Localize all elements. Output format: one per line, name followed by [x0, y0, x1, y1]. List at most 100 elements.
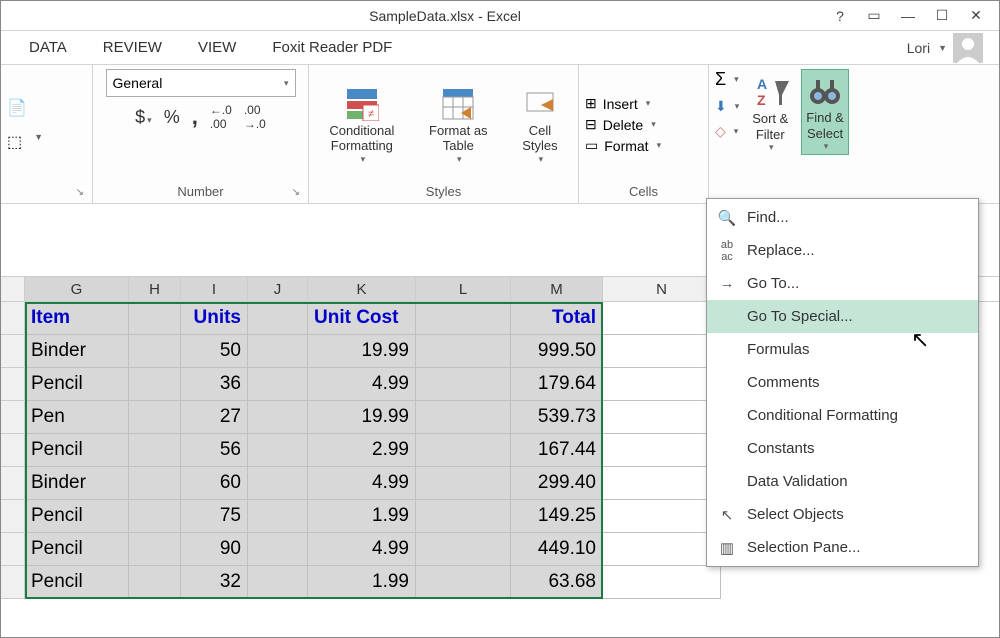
insert-button[interactable]: ⊞Insert▾ — [585, 95, 661, 112]
col-J[interactable]: J — [248, 277, 308, 301]
increase-decimal-button[interactable]: ←.0.00 — [210, 103, 232, 131]
cell[interactable] — [129, 533, 181, 566]
percent-button[interactable]: % — [164, 107, 180, 128]
cell-total[interactable]: 539.73 — [511, 401, 603, 434]
cell[interactable] — [129, 335, 181, 368]
cell-item[interactable]: Pencil — [25, 566, 129, 599]
format-button[interactable]: ▭Format▾ — [585, 137, 661, 154]
account-area[interactable]: Lori ▼ — [907, 33, 989, 63]
decrease-decimal-button[interactable]: .00→.0 — [244, 103, 266, 131]
cell[interactable] — [603, 401, 721, 434]
number-format-combo[interactable]: General ▾ — [106, 69, 296, 97]
cell-units[interactable]: 56 — [181, 434, 248, 467]
col-G[interactable]: G — [25, 277, 129, 301]
menu-replace[interactable]: abacReplace... — [707, 234, 978, 267]
menu-select-objects[interactable]: ↖Select Objects — [707, 498, 978, 531]
cell[interactable] — [416, 566, 511, 599]
close-icon[interactable]: ✕ — [959, 4, 993, 28]
delete-button[interactable]: ⊟Delete▾ — [585, 116, 661, 133]
col-header-total[interactable]: Total — [511, 302, 603, 335]
cell[interactable] — [248, 335, 308, 368]
cell[interactable] — [129, 500, 181, 533]
cell[interactable] — [248, 566, 308, 599]
col-M[interactable]: M — [511, 277, 603, 301]
dialog-launcher-icon[interactable]: ↘ — [292, 187, 300, 198]
menu-data-validation[interactable]: Data Validation — [707, 465, 978, 498]
cell-units[interactable]: 50 — [181, 335, 248, 368]
col-N[interactable]: N — [603, 277, 721, 301]
cell-unit-cost[interactable]: 4.99 — [308, 467, 416, 500]
menu-goto-special[interactable]: Go To Special... — [707, 300, 978, 333]
cell[interactable] — [603, 500, 721, 533]
cell-units[interactable]: 60 — [181, 467, 248, 500]
select-all-corner[interactable] — [1, 277, 25, 301]
col-H[interactable]: H — [129, 277, 181, 301]
cell-item[interactable]: Pencil — [25, 434, 129, 467]
cell-units[interactable]: 75 — [181, 500, 248, 533]
cell-unit-cost[interactable]: 1.99 — [308, 500, 416, 533]
cell-units[interactable]: 36 — [181, 368, 248, 401]
cell-item[interactable]: Pencil — [25, 368, 129, 401]
ribbon-display-icon[interactable]: ▭ — [857, 4, 891, 28]
fill-button[interactable]: ⬇▾ — [715, 98, 739, 115]
cell[interactable] — [603, 302, 721, 335]
cell[interactable] — [603, 434, 721, 467]
minimize-icon[interactable]: — — [891, 4, 925, 28]
cell[interactable] — [129, 434, 181, 467]
cell[interactable] — [416, 500, 511, 533]
cell-total[interactable]: 167.44 — [511, 434, 603, 467]
cell-total[interactable]: 299.40 — [511, 467, 603, 500]
cell-unit-cost[interactable]: 4.99 — [308, 368, 416, 401]
col-I[interactable]: I — [181, 277, 248, 301]
cell[interactable] — [129, 368, 181, 401]
cell[interactable] — [129, 302, 181, 335]
menu-conditional-formatting[interactable]: Conditional Formatting — [707, 399, 978, 432]
cell[interactable] — [416, 335, 511, 368]
cell-total[interactable]: 63.68 — [511, 566, 603, 599]
merge-button[interactable]: ⬚▼ — [7, 132, 43, 152]
cell-unit-cost[interactable]: 2.99 — [308, 434, 416, 467]
row-header[interactable] — [1, 533, 25, 566]
col-L[interactable]: L — [416, 277, 511, 301]
cell[interactable] — [248, 500, 308, 533]
conditional-formatting-button[interactable]: ≠ Conditional Formatting▾ — [323, 81, 400, 169]
cell[interactable] — [129, 566, 181, 599]
cell-unit-cost[interactable]: 19.99 — [308, 401, 416, 434]
currency-button[interactable]: $▾ — [135, 107, 152, 128]
tab-view[interactable]: VIEW — [180, 33, 254, 62]
cell[interactable] — [248, 434, 308, 467]
cell[interactable] — [603, 566, 721, 599]
cell-total[interactable]: 449.10 — [511, 533, 603, 566]
cell-total[interactable]: 179.64 — [511, 368, 603, 401]
cell[interactable] — [248, 368, 308, 401]
sort-filter-button[interactable]: AZ Sort & Filter▾ — [745, 69, 795, 157]
cell[interactable] — [603, 467, 721, 500]
cell[interactable] — [129, 401, 181, 434]
cell[interactable] — [416, 401, 511, 434]
find-select-button[interactable]: Find & Select▾ — [801, 69, 849, 155]
row-header[interactable] — [1, 566, 25, 599]
row-header[interactable] — [1, 500, 25, 533]
cell[interactable] — [416, 467, 511, 500]
wrap-button[interactable]: 📄 — [7, 98, 27, 118]
comma-button[interactable]: , — [192, 104, 198, 130]
cell-item[interactable]: Pencil — [25, 500, 129, 533]
menu-goto[interactable]: →Go To... — [707, 267, 978, 300]
dialog-launcher-icon[interactable]: ↘ — [76, 187, 84, 198]
cell-units[interactable]: 27 — [181, 401, 248, 434]
row-header[interactable] — [1, 368, 25, 401]
row-header[interactable] — [1, 467, 25, 500]
menu-selection-pane[interactable]: ▥Selection Pane... — [707, 531, 978, 564]
cell-units[interactable]: 90 — [181, 533, 248, 566]
format-as-table-button[interactable]: Format as Table▾ — [423, 81, 494, 169]
cell-unit-cost[interactable]: 19.99 — [308, 335, 416, 368]
cell-total[interactable]: 149.25 — [511, 500, 603, 533]
autosum-button[interactable]: Σ▾ — [715, 69, 739, 90]
cell[interactable] — [416, 368, 511, 401]
row-header[interactable] — [1, 401, 25, 434]
cell-item[interactable]: Binder — [25, 335, 129, 368]
menu-formulas[interactable]: Formulas — [707, 333, 978, 366]
cell-unit-cost[interactable]: 4.99 — [308, 533, 416, 566]
maximize-icon[interactable]: ☐ — [925, 4, 959, 28]
cell[interactable] — [603, 368, 721, 401]
